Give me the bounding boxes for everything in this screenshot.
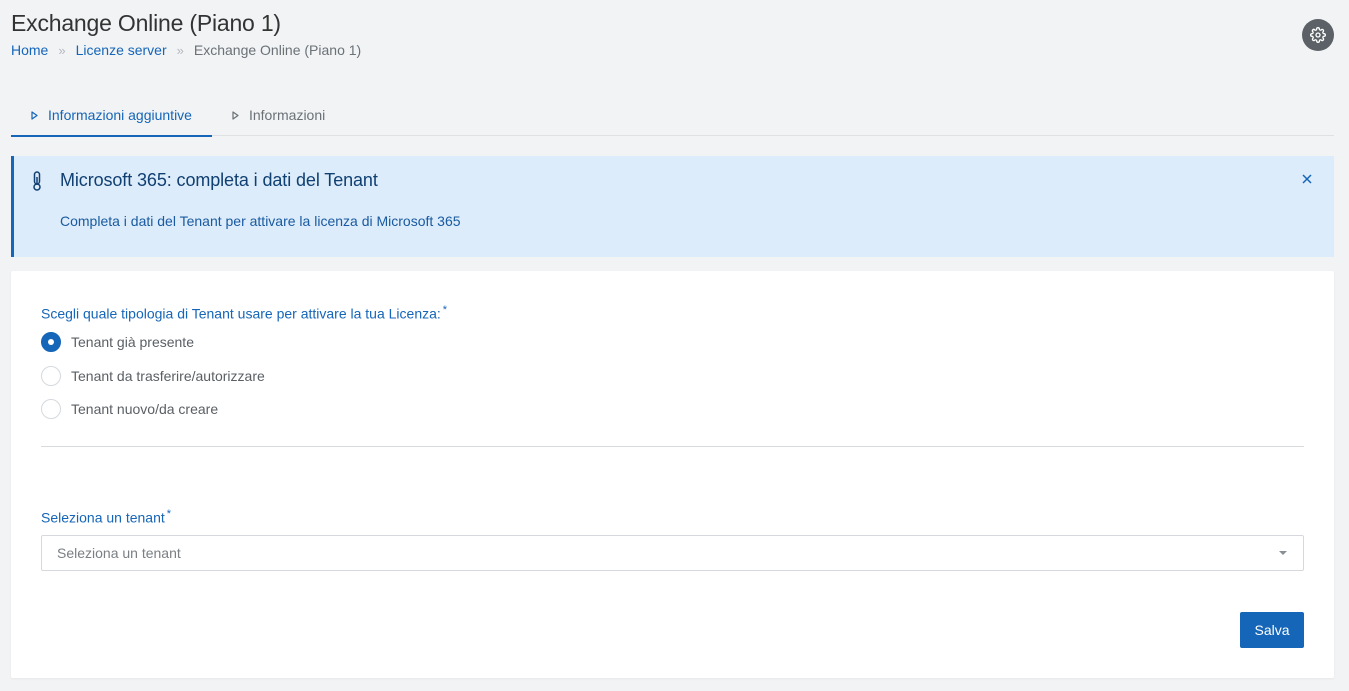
tab-informazioni[interactable]: Informazioni xyxy=(212,94,345,136)
breadcrumb: Home » Licenze server » Exchange Online … xyxy=(11,42,361,58)
close-icon xyxy=(1302,174,1312,184)
triangle-right-icon xyxy=(31,110,38,120)
tab-informazioni-aggiuntive[interactable]: Informazioni aggiuntive xyxy=(11,94,212,137)
radio-tenant-nuovo[interactable]: Tenant nuovo/da creare xyxy=(41,399,265,419)
tenant-select-placeholder: Seleziona un tenant xyxy=(57,545,181,561)
info-alert: Microsoft 365: completa i dati del Tenan… xyxy=(11,156,1334,257)
radio-button[interactable] xyxy=(41,399,61,419)
tenant-type-label: Scegli quale tipologia di Tenant usare p… xyxy=(41,304,447,322)
tenant-select[interactable]: Seleziona un tenant xyxy=(41,535,1304,571)
tenant-select-label: Seleziona un tenant * xyxy=(41,508,171,526)
breadcrumb-licenze-server-link[interactable]: Licenze server xyxy=(76,42,167,58)
radio-label: Tenant già presente xyxy=(71,334,194,350)
breadcrumb-separator: » xyxy=(176,42,184,58)
required-mark: * xyxy=(442,304,448,316)
radio-tenant-da-trasferire[interactable]: Tenant da trasferire/autorizzare xyxy=(41,365,265,386)
tenant-select-label-text: Seleziona un tenant xyxy=(41,509,165,526)
tab-label: Informazioni xyxy=(248,107,326,123)
radio-button[interactable] xyxy=(41,365,61,386)
tenant-form-card: Scegli quale tipologia di Tenant usare p… xyxy=(11,271,1334,678)
page-title: Exchange Online (Piano 1) xyxy=(11,10,281,36)
tenant-type-label-text: Scegli quale tipologia di Tenant usare p… xyxy=(41,305,441,322)
caret-down-icon xyxy=(1279,551,1287,555)
tab-label: Informazioni aggiuntive xyxy=(48,107,192,123)
alert-close-button[interactable] xyxy=(1298,170,1316,188)
breadcrumb-home-link[interactable]: Home xyxy=(11,42,48,58)
breadcrumb-current: Exchange Online (Piano 1) xyxy=(193,42,362,58)
save-button[interactable]: Salva xyxy=(1240,612,1304,648)
radio-tenant-gia-presente[interactable]: Tenant già presente xyxy=(41,332,265,352)
tab-bar: Informazioni aggiuntive Informazioni xyxy=(11,94,1334,137)
settings-button[interactable] xyxy=(1302,19,1334,51)
gear-icon xyxy=(1310,27,1326,43)
form-divider xyxy=(41,446,1304,447)
required-mark: * xyxy=(166,508,172,520)
tenant-type-radio-group: Tenant già presente Tenant da trasferire… xyxy=(41,332,265,433)
radio-label: Tenant nuovo/da creare xyxy=(71,401,219,417)
alert-text: Completa i dati del Tenant per attivare … xyxy=(60,213,461,229)
triangle-right-icon xyxy=(232,110,239,120)
page: Exchange Online (Piano 1) Home » Licenze… xyxy=(0,0,1349,691)
thermometer-icon xyxy=(31,171,43,196)
radio-label: Tenant da trasferire/autorizzare xyxy=(71,367,265,384)
radio-button[interactable] xyxy=(41,332,61,352)
breadcrumb-separator: » xyxy=(58,42,66,58)
alert-title: Microsoft 365: completa i dati del Tenan… xyxy=(60,170,378,190)
